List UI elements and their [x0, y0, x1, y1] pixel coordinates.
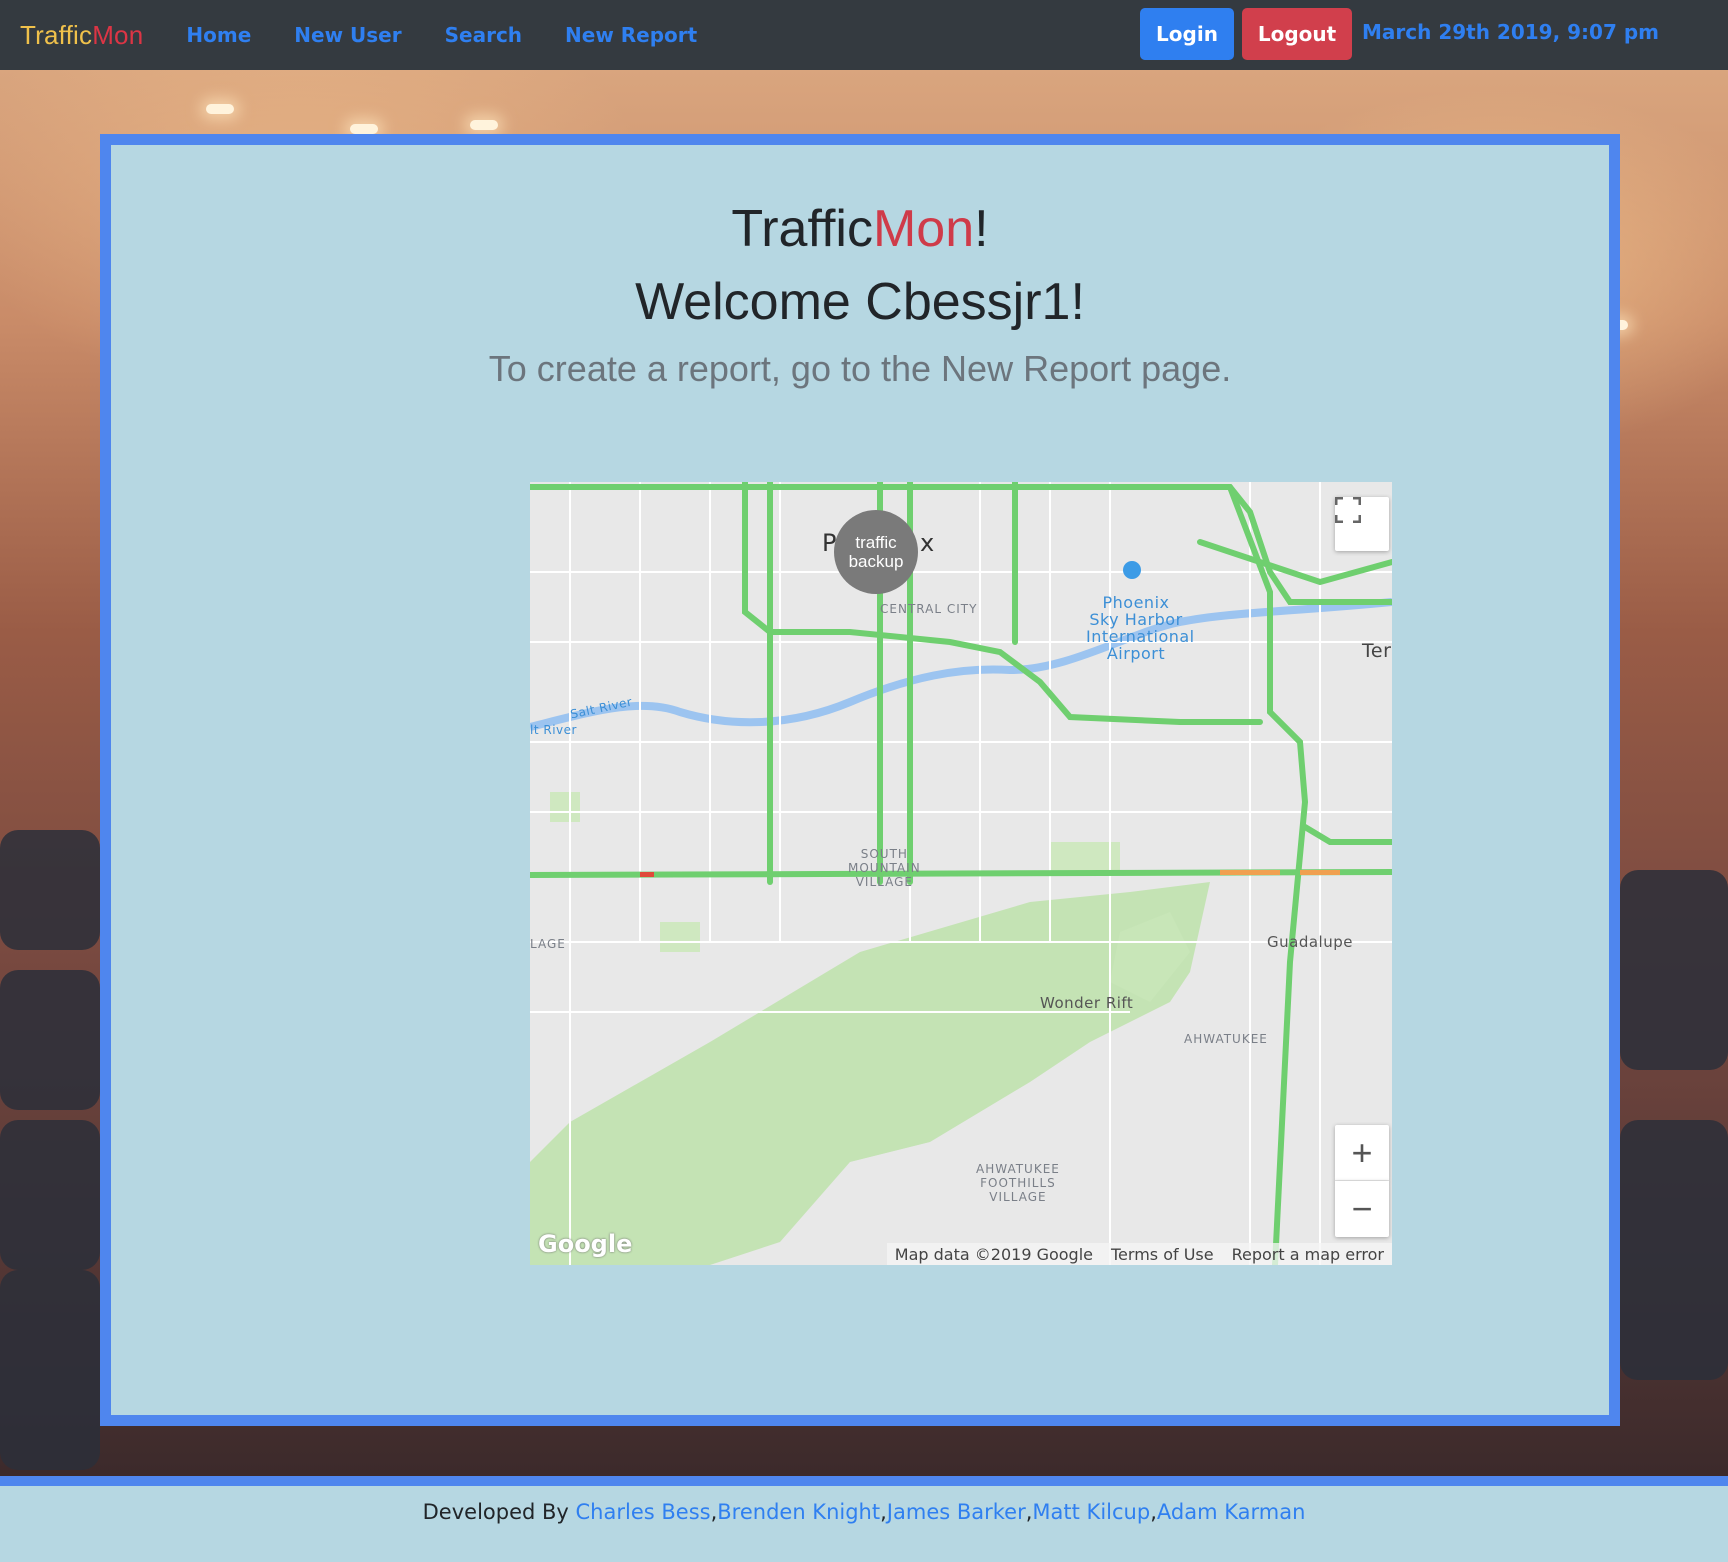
navbar: TrafficMon Home New User Search New Repo…: [0, 0, 1728, 70]
brand-mon: Mon: [92, 19, 144, 50]
map-label-salt-river-2: lt River: [530, 723, 577, 737]
map-label-phoenix-partial: P: [822, 529, 837, 557]
south-mountain-park: [530, 882, 1210, 1265]
foothills-line2: FOOTHILLS: [980, 1176, 1056, 1190]
car: [0, 970, 100, 1110]
title-traffic: Traffic: [731, 200, 873, 258]
nav-home-link[interactable]: Home: [186, 23, 251, 47]
minus-icon: −: [1351, 1188, 1373, 1229]
current-datetime: March 29th 2019, 9:07 pm: [1362, 20, 1660, 44]
nav-new-user-link[interactable]: New User: [294, 23, 401, 47]
zoom-in-button[interactable]: +: [1335, 1125, 1389, 1181]
smv-line3: VILLAGE: [855, 875, 913, 889]
brand-logo[interactable]: TrafficMon: [20, 20, 143, 51]
terms-of-use-link[interactable]: Terms of Use: [1111, 1245, 1214, 1264]
report-map-error-link[interactable]: Report a map error: [1232, 1245, 1384, 1264]
title-exclaim: !: [974, 200, 989, 258]
separator: ,: [1025, 1500, 1033, 1524]
map-label-tempe: Ter: [1362, 640, 1392, 662]
map-label-ahwatukee: AHWATUKEE: [1184, 1032, 1268, 1046]
map-attribution: Map data ©2019 Google Terms of Use Repor…: [886, 1243, 1392, 1265]
google-logo: Google: [538, 1230, 633, 1258]
park-area: [660, 922, 700, 952]
map-label-airport: Phoenix Sky Harbor International Airport: [1086, 594, 1194, 663]
title-mon: Mon: [872, 200, 975, 258]
map-label-south-mountain-village: SOUTH MOUNTAIN VILLAGE: [848, 847, 921, 889]
map-data-text: Map data ©2019 Google: [894, 1244, 1093, 1264]
map-label-ahwatukee-foothills: AHWATUKEE FOOTHILLS VILLAGE: [976, 1162, 1060, 1204]
separator: ,: [1150, 1500, 1157, 1524]
fullscreen-button[interactable]: [1335, 497, 1389, 551]
car: [1620, 870, 1728, 1070]
smv-line2: MOUNTAIN: [848, 861, 921, 875]
map-label-wonder-rift: Wonder Rift: [1040, 994, 1134, 1012]
developer-link[interactable]: Adam Karman: [1157, 1500, 1306, 1562]
car: [0, 830, 100, 950]
plus-icon: +: [1351, 1131, 1373, 1173]
street-lamp: [350, 124, 378, 134]
nav-links: Home New User Search New Report: [186, 23, 740, 47]
welcome-heading: Welcome Cbessjr1!: [635, 273, 1085, 331]
map-label-guadalupe: Guadalupe: [1267, 933, 1353, 951]
footer-prefix: Developed By: [422, 1500, 576, 1524]
marker-label-line2: backup: [848, 552, 904, 571]
salt-river: [530, 598, 1392, 731]
login-button[interactable]: Login: [1140, 8, 1234, 60]
brand-traffic: Traffic: [20, 19, 93, 50]
nav-search-link[interactable]: Search: [445, 23, 522, 47]
map-canvas: [530, 482, 1392, 1265]
traffic-backup-marker[interactable]: traffic backup: [834, 510, 918, 594]
page-footer: Developed By Charles Bess, Brenden Knigh…: [0, 1476, 1728, 1562]
fullscreen-icon: [1335, 497, 1361, 523]
map-label-phoenix-partial-2: x: [920, 529, 935, 557]
map-label-central-city: CENTRAL CITY: [880, 602, 978, 616]
car: [0, 1270, 100, 1470]
car: [0, 1120, 100, 1270]
developer-link[interactable]: Matt Kilcup: [1032, 1500, 1150, 1562]
page-title: TrafficMon!: [111, 199, 1609, 259]
logout-button[interactable]: Logout: [1242, 8, 1352, 60]
traffic-map[interactable]: traffic backup P x CENTRAL CITY Phoenix S…: [530, 482, 1392, 1265]
smv-line1: SOUTH: [860, 847, 908, 861]
marker-label-line1: traffic: [855, 533, 897, 552]
nav-new-report-link[interactable]: New Report: [565, 23, 697, 47]
foothills-line1: AHWATUKEE: [976, 1162, 1060, 1176]
developer-link[interactable]: Charles Bess: [576, 1500, 711, 1562]
separator: ,: [710, 1500, 718, 1524]
zoom-out-button[interactable]: −: [1335, 1181, 1389, 1237]
airport-icon: [1123, 561, 1141, 579]
car: [1620, 1120, 1728, 1380]
developer-link[interactable]: James Barker: [887, 1500, 1026, 1562]
airport-line4: Airport: [1106, 644, 1166, 663]
street-lamp: [206, 104, 234, 114]
separator: ,: [880, 1500, 887, 1524]
park-area: [550, 792, 580, 822]
developer-link[interactable]: Brenden Knight: [717, 1500, 880, 1562]
main-panel: TrafficMon! Welcome Cbessjr1! To create …: [100, 134, 1620, 1426]
map-label-lage: LAGE: [530, 937, 566, 951]
foothills-line3: VILLAGE: [989, 1190, 1047, 1204]
street-lamp: [470, 120, 498, 130]
instructions-text: To create a report, go to the New Report…: [488, 348, 1232, 389]
